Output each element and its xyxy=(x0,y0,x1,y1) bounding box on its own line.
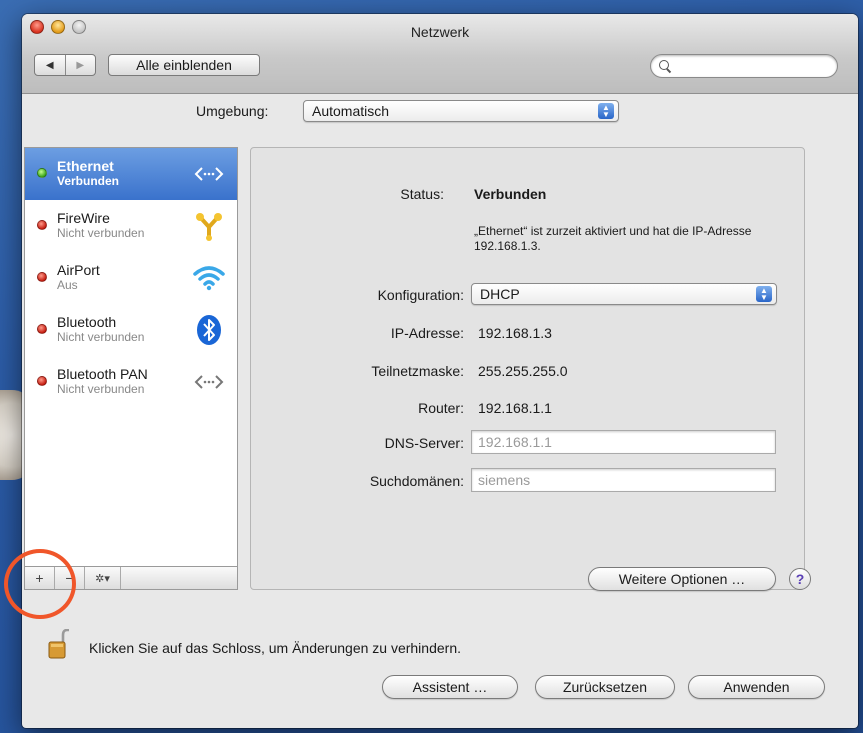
apply-button[interactable]: Anwenden xyxy=(688,675,825,699)
more-options-button[interactable]: Weitere Optionen … xyxy=(588,567,776,591)
firewire-icon xyxy=(193,210,225,242)
status-red-icon xyxy=(37,376,47,386)
location-label: Umgebung: xyxy=(196,103,269,119)
lock-hint-text: Klicken Sie auf das Schloss, um Änderung… xyxy=(89,640,461,656)
status-red-icon xyxy=(37,272,47,282)
search-field[interactable] xyxy=(650,54,838,78)
dns-server-field[interactable] xyxy=(471,430,776,454)
service-item-bluetooth[interactable]: Bluetooth Nicht verbunden xyxy=(25,304,237,356)
gear-action-button[interactable]: ✲▾ xyxy=(85,567,121,589)
subnet-mask-label: Teilnetzmaske: xyxy=(371,363,464,379)
window-title: Netzwerk xyxy=(410,24,470,40)
lock-icon[interactable] xyxy=(48,628,70,659)
assistant-button[interactable]: Assistent … xyxy=(382,675,518,699)
search-domains-field[interactable] xyxy=(471,468,776,492)
search-domains-label: Suchdomänen: xyxy=(369,473,464,489)
status-red-icon xyxy=(37,324,47,334)
highlight-annotation-circle xyxy=(4,549,76,619)
service-item-firewire[interactable]: FireWire Nicht verbunden xyxy=(25,200,237,252)
ip-address-label: IP-Adresse: xyxy=(390,325,464,341)
ip-address-value: 192.168.1.3 xyxy=(478,325,552,341)
popup-arrows-icon: ▲ ▼ xyxy=(756,286,772,302)
status-red-icon xyxy=(37,220,47,230)
bluetooth-icon xyxy=(193,314,225,346)
configuration-value: DHCP xyxy=(480,286,520,302)
back-forward-control: ◀ ▶ xyxy=(34,54,96,76)
router-value: 192.168.1.1 xyxy=(478,400,552,416)
wifi-icon xyxy=(193,262,225,294)
revert-button[interactable]: Zurücksetzen xyxy=(535,675,675,699)
service-item-airport[interactable]: AirPort Aus xyxy=(25,252,237,304)
dns-server-input[interactable] xyxy=(472,431,775,453)
service-list: Ethernet Verbunden FireWire Nicht verbun… xyxy=(24,147,238,567)
back-arrow-icon[interactable]: ◀ xyxy=(35,55,65,75)
status-green-icon xyxy=(37,168,47,178)
dns-server-label: DNS-Server: xyxy=(384,435,464,451)
service-item-ethernet[interactable]: Ethernet Verbunden xyxy=(25,148,237,200)
location-value: Automatisch xyxy=(312,103,390,119)
configuration-popup[interactable]: DHCP ▲ ▼ xyxy=(471,283,777,305)
help-button[interactable]: ? xyxy=(789,568,811,590)
search-domains-input[interactable] xyxy=(472,469,775,491)
title-bar: Netzwerk ◀ ▶ Alle einblenden xyxy=(22,14,858,94)
ethernet-icon xyxy=(193,158,225,190)
bluetooth-pan-icon xyxy=(193,366,225,398)
configuration-label: Konfiguration: xyxy=(377,287,464,303)
forward-arrow-icon[interactable]: ▶ xyxy=(64,55,96,75)
location-popup[interactable]: Automatisch ▲ ▼ xyxy=(303,100,619,122)
search-input[interactable] xyxy=(675,59,825,73)
subnet-mask-value: 255.255.255.0 xyxy=(478,363,568,379)
status-label: Status: xyxy=(400,186,444,202)
search-icon xyxy=(659,60,671,72)
service-item-bluetooth-pan[interactable]: Bluetooth PAN Nicht verbunden xyxy=(25,356,237,408)
popup-arrows-icon: ▲ ▼ xyxy=(598,103,614,119)
show-all-button[interactable]: Alle einblenden xyxy=(108,54,260,76)
status-value: Verbunden xyxy=(474,186,547,202)
status-description: „Ethernet“ ist zurzeit aktiviert und hat… xyxy=(474,224,752,253)
router-label: Router: xyxy=(418,400,464,416)
